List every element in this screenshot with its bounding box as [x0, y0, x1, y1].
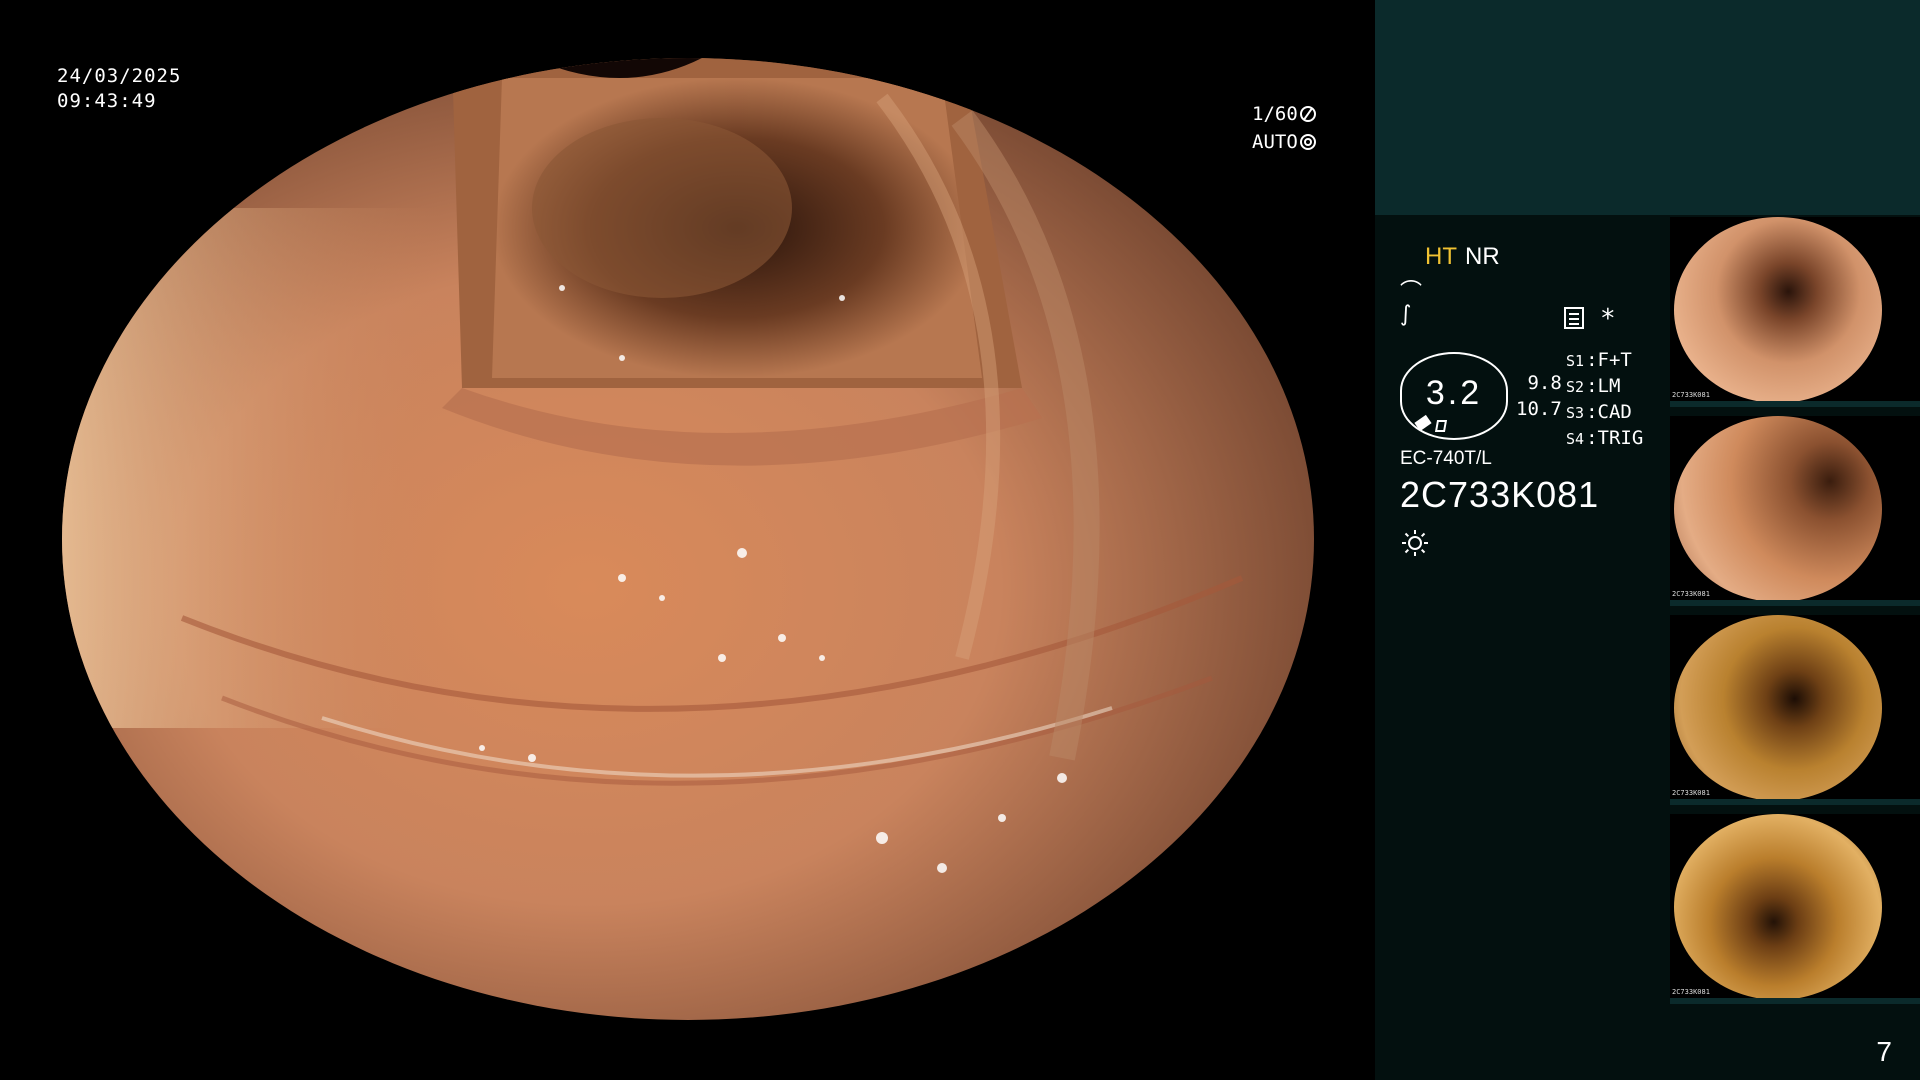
info-panel-header	[1375, 0, 1920, 215]
readings: 9.8 10.7	[1516, 370, 1562, 422]
switch-row: S4:TRIG	[1566, 427, 1644, 449]
thumbnail-bar	[1670, 998, 1920, 1004]
mode-indicators: HT NR	[1425, 243, 1500, 271]
thumbnail[interactable]: 2C733K081	[1670, 814, 1920, 1004]
shutter-icon	[1299, 106, 1316, 122]
date-text: 24/03/2025	[57, 65, 182, 87]
nr-mode-label: NR	[1465, 243, 1500, 270]
star-indicator: *	[1600, 304, 1616, 334]
thumbnail-image	[1674, 416, 1882, 602]
thumbnail-label: 2C733K081	[1672, 391, 1710, 399]
endoscope-view: 24/03/2025 09:43:49 1/60 AUTO	[0, 0, 1375, 1080]
thumbnail-image	[1674, 814, 1882, 1000]
thumbnail-bar	[1670, 799, 1920, 805]
switch-row: S1:F+T	[1566, 349, 1632, 371]
brightness-icon	[1402, 530, 1428, 556]
thumbnail[interactable]: 2C733K081	[1670, 615, 1920, 805]
exposure-info: 1/60 AUTO	[1252, 100, 1316, 156]
thumbnail-label: 2C733K081	[1672, 590, 1710, 598]
switch-row: S2:LM	[1566, 375, 1621, 397]
thumbnail-image	[1674, 615, 1882, 801]
exposure-mode-text: AUTO	[1252, 131, 1298, 153]
timestamp: 24/03/2025 09:43:49	[57, 64, 181, 114]
thumbnail-label: 2C733K081	[1672, 789, 1710, 797]
thumbnail-bar	[1670, 401, 1920, 407]
thumbnail-label: 2C733K081	[1672, 988, 1710, 996]
filter-icon: ∫	[1400, 302, 1412, 327]
gauge-value: 3.2	[1425, 374, 1483, 412]
ht-mode-label: HT	[1425, 243, 1457, 270]
options-list-icon	[1564, 307, 1584, 329]
reading-1: 9.8	[1527, 372, 1562, 394]
reading-2: 10.7	[1516, 398, 1562, 420]
gauge-display: 3.2	[1400, 352, 1508, 440]
switch-row: S3:CAD	[1566, 401, 1632, 423]
shutter-text: 1/60	[1252, 103, 1298, 125]
capture-thumbnails: 2C733K081 2C733K081 2C733K081 2C733K081	[1670, 217, 1920, 1013]
thumbnail[interactable]: 2C733K081	[1670, 217, 1920, 407]
time-text: 09:43:49	[57, 90, 157, 112]
thumbnail[interactable]: 2C733K081	[1670, 416, 1920, 606]
thumbnail-bar	[1670, 600, 1920, 606]
scope-model: EC-740T/L	[1400, 448, 1492, 469]
scope-serial: 2C733K081	[1400, 474, 1600, 515]
aperture-icon	[1299, 134, 1316, 150]
switch-settings: S1:F+T S2:LM S3:CAD S4:TRIG	[1566, 348, 1643, 452]
shape-icon	[1434, 420, 1448, 432]
endoscopic-image	[62, 58, 1314, 1020]
pen-icon	[1414, 414, 1432, 432]
thumbnail-image	[1674, 217, 1882, 403]
page-number: 7	[1876, 1036, 1892, 1067]
